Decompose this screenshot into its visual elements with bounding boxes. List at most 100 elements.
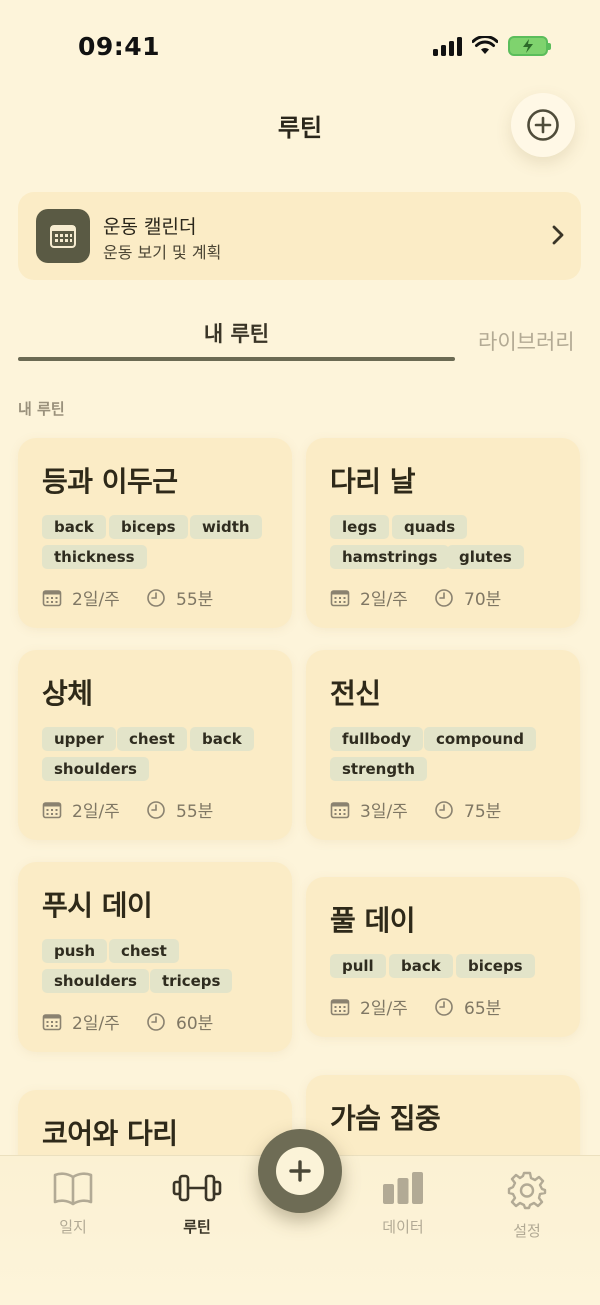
routine-card[interactable]: 상체 upper chest back shoulders 2일/주 55분 [18,650,292,840]
nav-item-journal[interactable]: 일지 [28,1170,118,1237]
routine-tag: compound [424,727,536,751]
routine-card[interactable]: 전신 fullbody compound strength 3일/주 75분 [306,650,580,840]
clock-icon [147,1012,165,1031]
routine-duration: 60분 [146,1009,213,1034]
frequency-text: 2일/주 [72,590,120,610]
clock-icon [147,800,165,819]
nav-label-routine: 루틴 [183,1218,211,1236]
calendar-icon [42,1013,62,1030]
routine-tag: chest [117,727,187,751]
routine-tag: fullbody [330,727,424,751]
routine-tag: shoulders [42,969,149,993]
calendar-subtitle: 운동 보기 및 계획 [103,243,222,262]
clock-icon [435,588,453,607]
routine-duration: 55분 [146,585,213,610]
active-tab-indicator [18,357,455,361]
duration-text: 60분 [176,1014,214,1034]
routine-title: 푸시 데이 [42,889,153,922]
cellular-signal-icon [433,36,462,56]
routine-frequency: 2일/주 [42,585,120,610]
frequency-text: 3일/주 [360,802,408,822]
calendar-icon [42,801,62,818]
page-title: 루틴 [277,114,323,142]
clock-icon [435,800,453,819]
add-routine-button[interactable] [511,93,575,157]
clock-icon [435,997,453,1016]
routine-title: 풀 데이 [330,904,416,937]
calendar-icon [330,589,350,606]
frequency-text: 2일/주 [360,590,408,610]
nav-item-settings[interactable]: 설정 [482,1170,572,1241]
nav-label-settings: 설정 [513,1222,541,1240]
routine-card[interactable]: 푸시 데이 push chest shoulders triceps 2일/주 … [18,862,292,1052]
calendar-icon [330,998,350,1015]
status-bar: 09:41 [0,0,600,96]
section-label: 내 루틴 [18,400,65,418]
routine-tag: hamstrings [330,545,450,569]
routine-duration: 65분 [434,994,501,1019]
routine-duration: 55분 [146,797,213,822]
routine-title: 등과 이두근 [42,465,178,498]
nav-item-data[interactable]: 데이터 [358,1170,448,1237]
status-time: 09:41 [78,32,161,61]
routine-title: 다리 날 [330,465,416,498]
routine-tag: glutes [447,545,524,569]
routine-card[interactable]: 등과 이두근 back biceps width thickness 2일/주 … [18,438,292,628]
routine-card[interactable]: 다리 날 legs quads hamstrings glutes 2일/주 7… [306,438,580,628]
routine-frequency: 2일/주 [42,1009,120,1034]
plus-circle-icon [527,109,559,141]
tab-my-routines[interactable]: 내 루틴 [18,318,455,348]
routine-title: 상체 [42,677,93,710]
start-workout-button[interactable] [258,1129,342,1213]
routine-tag: chest [109,939,179,963]
duration-text: 65분 [464,999,502,1019]
routine-title: 가슴 집중 [330,1102,441,1135]
routine-frequency: 2일/주 [330,585,408,610]
duration-text: 75분 [464,802,502,822]
routine-tag: width [190,515,262,539]
routine-tag: back [42,515,106,539]
frequency-text: 2일/주 [72,802,120,822]
routine-tag: shoulders [42,757,149,781]
nav-item-routine[interactable]: 루틴 [152,1170,242,1237]
routine-title: 코어와 다리 [42,1117,178,1150]
calendar-icon [42,589,62,606]
dumbbell-icon [172,1174,222,1202]
status-icons [433,36,551,56]
routine-frequency: 3일/주 [330,797,408,822]
fab-inner [276,1147,324,1195]
routine-duration: 75분 [434,797,501,822]
duration-text: 70분 [464,590,502,610]
frequency-text: 2일/주 [360,999,408,1019]
bar-chart-icon [383,1172,423,1204]
routine-tag: pull [330,954,386,978]
calendar-icon [36,209,90,263]
duration-text: 55분 [176,802,214,822]
routine-frequency: 2일/주 [330,994,408,1019]
routine-tag: strength [330,757,427,781]
routine-tag: triceps [150,969,233,993]
routine-card[interactable]: 풀 데이 pull back biceps 2일/주 65분 [306,877,580,1037]
routine-tag: biceps [109,515,188,539]
wifi-icon [472,36,498,54]
routine-tag: upper [42,727,116,751]
plus-icon [289,1160,311,1182]
routine-frequency: 2일/주 [42,797,120,822]
duration-text: 55분 [176,590,214,610]
battery-icon [508,36,551,56]
chevron-right-icon [552,225,564,245]
routine-tag: thickness [42,545,147,569]
workout-calendar-card[interactable]: 운동 캘린더 운동 보기 및 계획 [18,192,581,280]
tab-library[interactable]: 라이브러리 [478,326,575,356]
clock-icon [147,588,165,607]
routine-tag: push [42,939,108,963]
nav-label-journal: 일지 [59,1218,87,1236]
routine-tag: biceps [456,954,535,978]
routine-tag: legs [330,515,389,539]
gear-icon [507,1171,547,1210]
nav-label-data: 데이터 [382,1218,424,1236]
routine-title: 전신 [330,677,381,710]
frequency-text: 2일/주 [72,1014,120,1034]
calendar-title: 운동 캘린더 [103,216,197,238]
routine-tag: back [190,727,254,751]
